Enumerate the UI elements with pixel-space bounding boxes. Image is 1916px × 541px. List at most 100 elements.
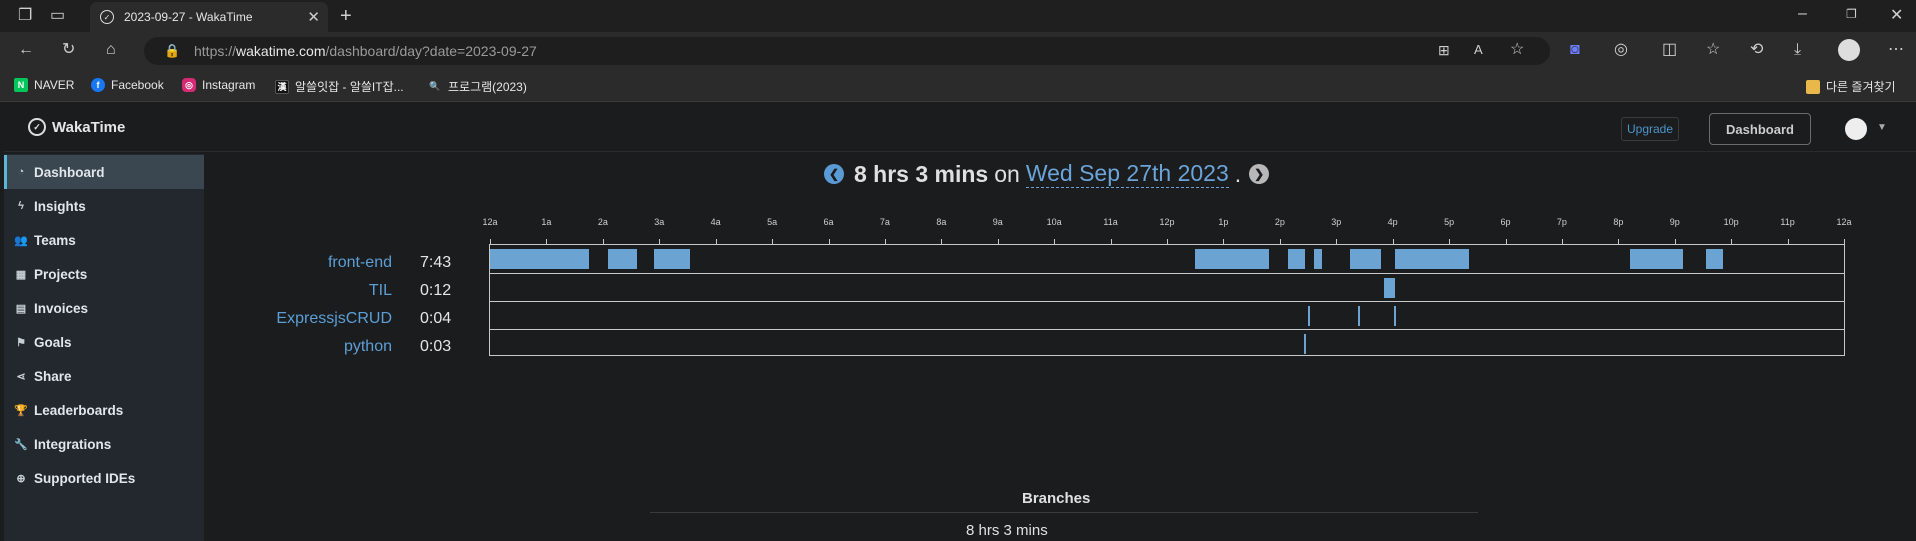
upgrade-button[interactable]: Upgrade (1621, 117, 1679, 141)
project-link[interactable]: front-end (328, 254, 392, 272)
user-avatar[interactable] (1845, 118, 1867, 140)
bookmark-site[interactable]: 漢 알쓸잇잡 - 알쓸IT잡... (275, 78, 404, 95)
dashboard-button[interactable]: Dashboard (1709, 113, 1811, 145)
sidebar-item-label: Share (34, 368, 72, 384)
project-link[interactable]: python (344, 338, 392, 356)
activity-bar[interactable] (608, 249, 637, 269)
project-time: 0:03 (420, 338, 452, 355)
sidebar-item-integrations[interactable]: 🔧 Integrations (4, 427, 204, 461)
history-icon[interactable]: ⟲ (1750, 42, 1763, 58)
home-icon[interactable]: ⌂ (106, 42, 116, 58)
instagram-icon: ◎ (182, 78, 196, 92)
bookmark-program[interactable]: 🔍 프로그램(2023) (428, 78, 526, 95)
bolt-icon: ϟ (18, 200, 24, 212)
timeline-row (490, 273, 1844, 301)
minimize-icon[interactable]: – (1798, 6, 1807, 22)
favorites-icon[interactable]: ☆ (1706, 42, 1720, 58)
activity-bar[interactable] (490, 249, 589, 269)
url-path: /dashboard/day?date=2023-09-27 (325, 43, 537, 59)
browser-tab-active[interactable]: ✓ 2023-09-27 - WakaTime ✕ (90, 2, 328, 32)
activity-bar[interactable] (1384, 278, 1396, 298)
wakatime-logo-icon: ✓ (28, 118, 46, 136)
restore-icon[interactable]: ❐ (1846, 8, 1857, 20)
bookmark-label: Instagram (202, 78, 256, 92)
workspaces-icon[interactable]: ❐ (18, 8, 32, 24)
bookmark-naver[interactable]: N NAVER (14, 78, 74, 92)
bookmarks-bar: N NAVER f Facebook ◎ Instagram 漢 알쓸잇잡 - … (0, 70, 1916, 102)
sidebar-item-leaderboards[interactable]: 🏆 Leaderboards (4, 393, 204, 427)
activity-bar[interactable] (1350, 249, 1382, 269)
bookmark-label: Facebook (111, 78, 164, 92)
sidebar-item-goals[interactable]: ⚑ Goals (4, 325, 204, 359)
tab-actions-icon[interactable]: ▭ (50, 8, 65, 24)
refresh-icon[interactable]: ↻ (62, 42, 75, 58)
bookmark-instagram[interactable]: ◎ Instagram (182, 78, 255, 92)
other-bookmarks[interactable]: 다른 즐겨찾기 (1806, 78, 1896, 95)
back-icon[interactable]: ← (18, 42, 34, 58)
branches-divider (650, 512, 1478, 513)
sidebar-item-invoices[interactable]: ▤ Invoices (4, 291, 204, 325)
dashboard-icon: ◔ (17, 166, 25, 178)
read-aloud-icon[interactable]: A (1474, 43, 1483, 56)
downloads-icon[interactable]: ⤓ (1794, 42, 1801, 58)
sidebar-item-insights[interactable]: ϟ Insights (4, 189, 204, 223)
hour-tick-label: 9p (1669, 217, 1680, 227)
invoice-icon: ▤ (15, 302, 27, 315)
activity-bar[interactable] (1288, 249, 1306, 269)
date-picker[interactable]: Wed Sep 27th 2023 (1025, 160, 1229, 188)
extension-glasses-icon[interactable]: ◎ (1614, 42, 1628, 58)
sidebar-item-share[interactable]: ⋖ Share (4, 359, 204, 393)
activity-bar[interactable] (1629, 249, 1684, 269)
profile-avatar-icon[interactable] (1838, 39, 1860, 61)
activity-bar[interactable] (1313, 249, 1323, 269)
hour-tick-label: 12p (1159, 217, 1175, 227)
activity-bar[interactable] (653, 249, 691, 269)
hour-tick-label: 11a (1103, 217, 1118, 227)
bookmark-facebook[interactable]: f Facebook (91, 78, 164, 92)
activity-bar[interactable] (1393, 306, 1397, 326)
tab-title: 2023-09-27 - WakaTime (124, 10, 253, 24)
hour-tick-label: 8a (936, 217, 947, 227)
hour-tick-label: 4p (1387, 217, 1398, 227)
url-input[interactable]: 🔒 https://wakatime.com/dashboard/day?dat… (144, 37, 1550, 65)
activity-bar[interactable] (1195, 249, 1269, 269)
sidebar: ◔ Dashboard ϟ Insights 👥 Teams ▦ Projects ▤ Invoi… (4, 154, 204, 541)
activity-bar[interactable] (1705, 249, 1723, 269)
hour-tick-label: 3a (654, 217, 665, 227)
activity-bar[interactable] (1357, 306, 1360, 326)
new-tab-icon[interactable]: + (340, 6, 352, 26)
app-available-icon[interactable]: ⊞ (1438, 43, 1450, 57)
bookmark-label: 알쓸잇잡 - 알쓸IT잡... (295, 80, 404, 94)
split-screen-icon[interactable]: ◫ (1662, 42, 1677, 58)
more-menu-icon[interactable]: ⋯ (1888, 42, 1904, 58)
hour-tick-label: 3p (1331, 217, 1342, 227)
timeline-row (490, 245, 1844, 273)
hour-tick-label: 12a (1836, 217, 1852, 227)
project-link[interactable]: ExpressjsCRUD (276, 310, 392, 328)
hour-tick-label: 9a (992, 217, 1003, 227)
extension-shield-icon[interactable]: ◙ (1570, 42, 1580, 58)
project-link[interactable]: TIL (369, 282, 392, 300)
plus-circle-icon: ⊕ (16, 472, 26, 485)
tab-close-icon[interactable]: ✕ (307, 8, 320, 26)
sidebar-item-teams[interactable]: 👥 Teams (4, 223, 204, 257)
chevron-down-icon[interactable]: ▼ (1877, 122, 1887, 133)
activity-bar[interactable] (1308, 306, 1311, 326)
favorite-star-icon[interactable]: ☆ (1510, 42, 1524, 58)
activity-bar[interactable] (1303, 334, 1307, 354)
activity-bar[interactable] (1395, 249, 1469, 269)
sidebar-item-label: Dashboard (34, 164, 105, 180)
window-close-icon[interactable]: ✕ (1890, 8, 1903, 24)
sidebar-item-label: Teams (34, 232, 76, 248)
timeline-row (490, 301, 1844, 329)
brand-name: WakaTime (52, 118, 126, 136)
sidebar-item-dashboard[interactable]: ◔ Dashboard (4, 155, 204, 189)
lock-icon: 🔒 (164, 43, 181, 58)
sidebar-item-label: Insights (34, 198, 86, 214)
project-time: 7:43 (420, 254, 452, 271)
sidebar-item-supported-ides[interactable]: ⊕ Supported IDEs (4, 461, 204, 495)
sidebar-item-projects[interactable]: ▦ Projects (4, 257, 204, 291)
next-day-icon[interactable]: ❯ (1249, 164, 1270, 184)
previous-day-icon[interactable]: ❮ (824, 164, 844, 184)
brand[interactable]: ✓ WakaTime (28, 118, 125, 136)
